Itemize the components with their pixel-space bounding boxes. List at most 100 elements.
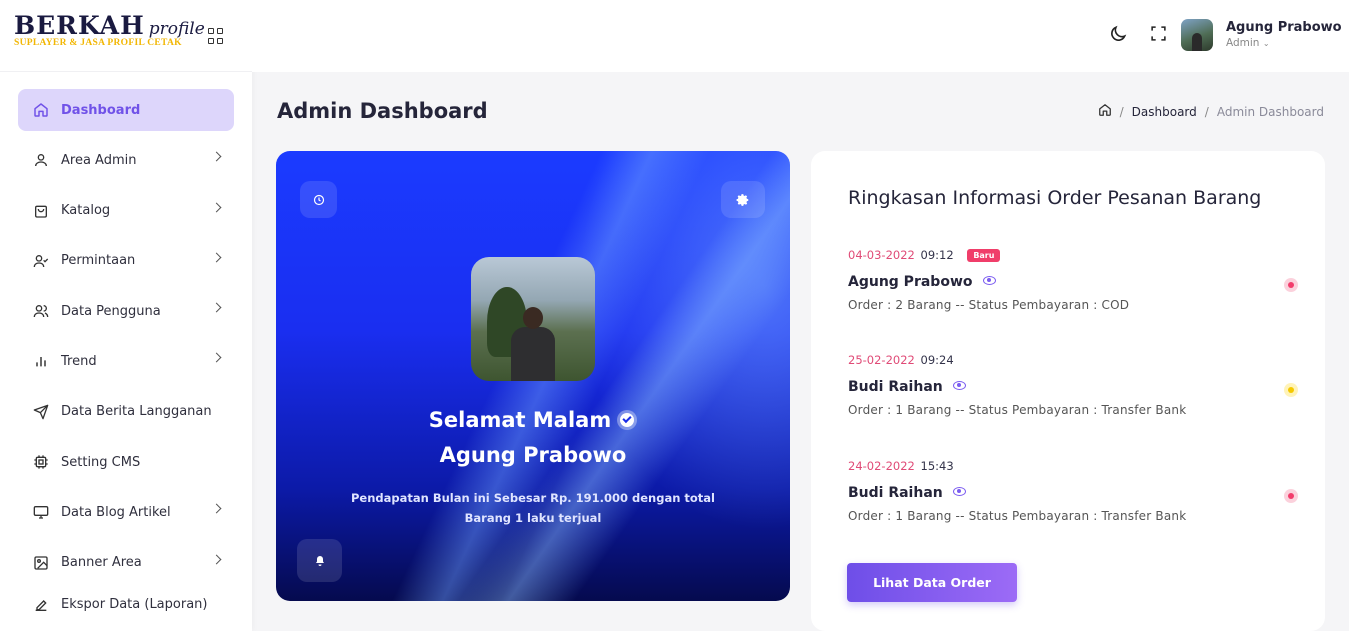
monitor-icon — [32, 503, 50, 521]
page-title: Admin Dashboard — [277, 99, 488, 123]
home-icon[interactable] — [1098, 103, 1112, 120]
avatar[interactable] — [1181, 19, 1213, 51]
settings-button[interactable] — [721, 181, 765, 218]
dark-mode-toggle-icon[interactable] — [1108, 24, 1128, 44]
chevron-right-icon — [211, 353, 222, 363]
order-summary-title: Ringkasan Informasi Order Pesanan Barang — [848, 187, 1262, 209]
chevron-right-icon — [211, 302, 222, 313]
order-date: 04-03-2022 09:12 Baru — [848, 248, 1298, 262]
chevron-right-icon — [211, 202, 222, 213]
breadcrumb-dashboard[interactable]: Dashboard — [1132, 105, 1197, 119]
sidebar-item-trend[interactable]: Trend — [18, 340, 234, 382]
home-icon — [32, 101, 50, 119]
clock-button[interactable] — [300, 181, 337, 218]
breadcrumb-separator: / — [1204, 104, 1209, 119]
sidebar-item-label: Katalog — [61, 203, 111, 219]
sidebar-item-label: Data Berita Langganan — [61, 404, 212, 420]
chevron-right-icon — [211, 252, 222, 263]
revenue-summary: Pendapatan Bulan ini Sebesar Rp. 191.000… — [350, 491, 715, 525]
sidebar-item-setting-cms[interactable]: Setting CMS — [18, 441, 234, 483]
order-detail: Order : 1 Barang -- Status Pembayaran : … — [848, 509, 1187, 523]
users-icon — [32, 302, 50, 320]
brand-script: profile — [148, 19, 205, 39]
eye-icon[interactable] — [952, 487, 966, 496]
chevron-right-icon — [211, 554, 222, 565]
notification-button[interactable] — [297, 539, 342, 582]
order-date-value: 04-03-2022 — [848, 248, 915, 262]
user-name[interactable]: Agung Prabowo — [1226, 20, 1342, 35]
order-item[interactable]: 24-02-2022 15:43 Budi Raihan Order : 1 B… — [848, 459, 1298, 523]
welcome-card: Selamat Malam Agung Prabowo Pendapatan B… — [276, 151, 790, 601]
view-orders-button[interactable]: Lihat Data Order — [847, 563, 1017, 602]
greeting: Selamat Malam — [276, 408, 790, 432]
sidebar-item-data-berita-langganan[interactable]: Data Berita Langganan — [18, 391, 234, 433]
order-date: 24-02-2022 15:43 — [848, 459, 1298, 473]
order-customer-name: Agung Prabowo — [848, 274, 973, 290]
brand-name: BERKAH — [14, 11, 145, 40]
sidebar: BERKAH profile SUPLAYER & JASA PROFIL CET… — [0, 0, 252, 631]
fullscreen-icon[interactable] — [1150, 25, 1167, 42]
clock-icon — [313, 194, 324, 205]
sidebar-item-label: Data Pengguna — [61, 303, 161, 319]
bar-chart-icon — [32, 352, 50, 370]
status-dot — [1284, 489, 1298, 503]
order-time: 09:12 — [920, 248, 954, 262]
eye-icon[interactable] — [982, 276, 996, 285]
sidebar-item-area-admin[interactable]: Area Admin — [18, 139, 234, 181]
shopping-bag-icon — [32, 202, 50, 220]
bell-icon — [315, 555, 324, 566]
verified-icon — [617, 410, 638, 430]
order-date-value: 24-02-2022 — [848, 459, 915, 473]
top-bar: Agung Prabowo Admin ⌄ — [252, 0, 1349, 72]
grid-menu-icon[interactable] — [208, 28, 224, 44]
order-customer: Budi Raihan — [848, 485, 966, 501]
sidebar-item-ekspor-data[interactable]: Ekspor Data (Laporan) — [18, 592, 234, 618]
sidebar-item-label: Setting CMS — [61, 454, 141, 470]
sidebar-menu: Dashboard Area Admin Katalog Permintaan — [18, 89, 234, 626]
greeting-text: Selamat Malam — [428, 408, 612, 432]
order-time: 09:24 — [920, 353, 954, 367]
breadcrumb: / Dashboard / Admin Dashboard — [1098, 103, 1324, 120]
order-summary-card: Ringkasan Informasi Order Pesanan Barang… — [811, 151, 1325, 631]
order-date: 25-02-2022 09:24 — [848, 353, 1298, 367]
send-icon — [32, 403, 50, 421]
sidebar-item-label: Banner Area — [61, 555, 142, 571]
status-dot — [1284, 383, 1298, 397]
image-icon — [32, 554, 50, 572]
gear-icon — [736, 193, 749, 206]
sidebar-item-label: Dashboard — [61, 102, 141, 118]
order-customer: Agung Prabowo — [848, 274, 996, 290]
breadcrumb-separator: / — [1119, 104, 1124, 119]
order-date-value: 25-02-2022 — [848, 353, 915, 367]
eye-icon[interactable] — [952, 381, 966, 390]
user-role: Admin — [1226, 37, 1260, 49]
sidebar-item-permintaan[interactable]: Permintaan — [18, 240, 234, 282]
chevron-right-icon — [211, 151, 222, 162]
chevron-down-icon: ⌄ — [1262, 39, 1270, 48]
sidebar-item-label: Permintaan — [61, 253, 136, 269]
sidebar-item-data-pengguna[interactable]: Data Pengguna — [18, 290, 234, 332]
profile-photo — [471, 257, 595, 381]
hero-user-name: Agung Prabowo — [439, 443, 627, 467]
order-item[interactable]: 04-03-2022 09:12 Baru Agung Prabowo Orde… — [848, 248, 1298, 312]
sidebar-item-label: Trend — [61, 353, 97, 369]
sidebar-item-data-blog-artikel[interactable]: Data Blog Artikel — [18, 491, 234, 533]
order-customer-name: Budi Raihan — [848, 379, 943, 395]
user-check-icon — [32, 252, 50, 270]
brand-logo[interactable]: BERKAH profile SUPLAYER & JASA PROFIL CET… — [0, 0, 252, 72]
sidebar-item-banner-area[interactable]: Banner Area — [18, 542, 234, 584]
sidebar-item-katalog[interactable]: Katalog — [18, 190, 234, 232]
cpu-icon — [32, 453, 50, 471]
sidebar-item-dashboard[interactable]: Dashboard — [18, 89, 234, 131]
order-customer-name: Budi Raihan — [848, 485, 943, 501]
edit-icon — [32, 596, 50, 614]
user-role-dropdown[interactable]: Admin ⌄ — [1226, 37, 1270, 49]
sidebar-item-label: Data Blog Artikel — [61, 504, 171, 520]
order-detail: Order : 2 Barang -- Status Pembayaran : … — [848, 298, 1130, 312]
status-dot — [1284, 278, 1298, 292]
order-detail: Order : 1 Barang -- Status Pembayaran : … — [848, 403, 1187, 417]
breadcrumb-current: Admin Dashboard — [1216, 104, 1324, 119]
chevron-right-icon — [211, 503, 222, 514]
new-badge: Baru — [967, 249, 1001, 262]
order-item[interactable]: 25-02-2022 09:24 Budi Raihan Order : 1 B… — [848, 353, 1298, 417]
